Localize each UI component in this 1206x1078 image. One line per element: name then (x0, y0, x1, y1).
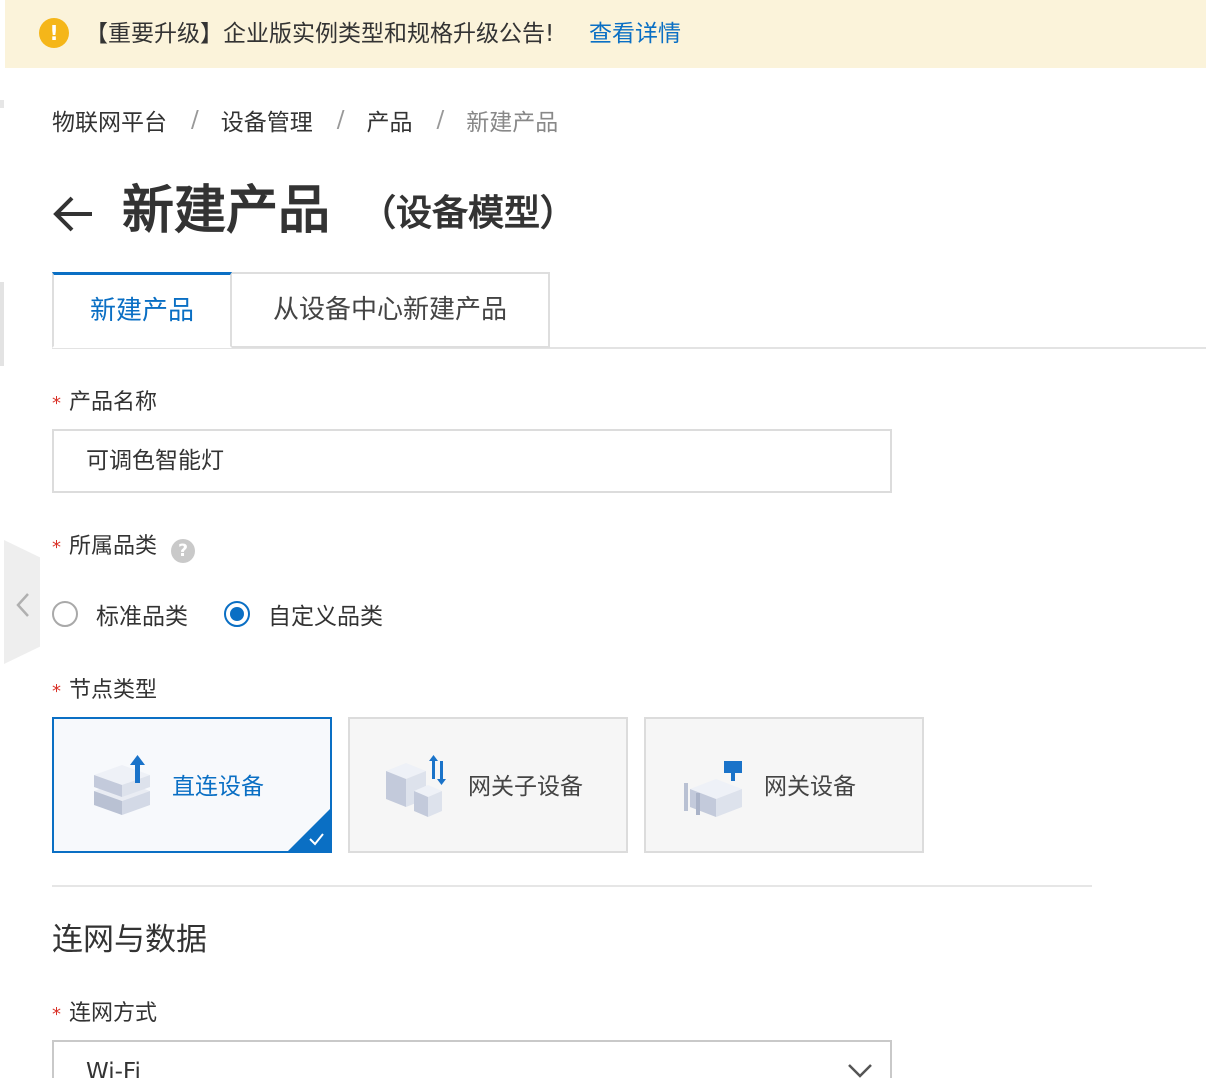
check-icon (288, 809, 330, 851)
required-mark: * (52, 681, 61, 702)
tab-new-product[interactable]: 新建产品 (52, 272, 232, 348)
breadcrumb-separator: / (191, 107, 199, 133)
radio-custom-category-label: 自定义品类 (268, 604, 383, 630)
breadcrumb-item-device-management[interactable]: 设备管理 (221, 103, 313, 137)
view-details-link[interactable]: 查看详情 (589, 18, 681, 50)
breadcrumb-separator: / (336, 107, 345, 133)
product-name-label: * 产品名称 (52, 388, 157, 419)
node-type-label: * 节点类型 (52, 676, 157, 707)
breadcrumb-separator: / (436, 107, 445, 133)
help-icon[interactable]: ? (171, 539, 196, 563)
node-card-direct-device[interactable]: 直连设备 (52, 717, 332, 853)
section-divider (52, 885, 1092, 887)
chevron-down-icon[interactable] (846, 1060, 874, 1078)
page-subtitle: （设备模型） (360, 193, 577, 234)
radio-circle-checked[interactable] (224, 601, 250, 627)
required-mark: * (52, 537, 61, 558)
product-name-label-text: 产品名称 (69, 390, 158, 415)
network-method-select[interactable]: Wi-Fi (52, 1040, 892, 1078)
page: ! 【重要升级】企业版实例类型和规格升级公告! 查看详情 物联网平台 / 设备管… (0, 0, 1206, 1078)
sidebar-edge (0, 282, 4, 366)
breadcrumb-item-iot-platform[interactable]: 物联网平台 (52, 103, 167, 137)
required-mark: * (52, 393, 61, 414)
category-label-text: 所属品类 (69, 534, 158, 559)
node-card-gateway-subdevice-label: 网关子设备 (468, 774, 583, 800)
page-title: 新建产品 (122, 181, 331, 241)
arrow-left-icon[interactable] (50, 192, 96, 236)
breadcrumb-item-current: 新建产品 (466, 110, 559, 136)
direct-device-icon (94, 755, 150, 815)
network-method-label: * 连网方式 (52, 999, 157, 1030)
exclamation-circle-icon: ! (39, 18, 69, 48)
node-card-gateway-subdevice[interactable]: 网关子设备 (348, 717, 628, 853)
sidebar-edge (0, 100, 4, 108)
chevron-left-icon[interactable] (11, 590, 35, 620)
breadcrumb: 物联网平台 / 设备管理 / 产品 / 新建产品 (52, 104, 558, 136)
network-section-title: 连网与数据 (52, 922, 207, 958)
gateway-device-icon (684, 761, 742, 817)
breadcrumb-item-products[interactable]: 产品 (367, 103, 413, 137)
notice-text: 【重要升级】企业版实例类型和规格升级公告! (85, 21, 555, 47)
node-type-label-text: 节点类型 (69, 678, 158, 703)
radio-circle-unchecked[interactable] (52, 601, 78, 627)
node-card-gateway-device-label: 网关设备 (764, 774, 856, 800)
network-method-value: Wi-Fi (86, 1059, 141, 1078)
node-card-gateway-device[interactable]: 网关设备 (644, 717, 924, 853)
gateway-subdevice-icon (386, 755, 446, 817)
upgrade-notice-banner: ! 【重要升级】企业版实例类型和规格升级公告! 查看详情 (5, 0, 1206, 68)
network-method-label-text: 连网方式 (69, 1001, 158, 1026)
required-mark: * (52, 1004, 61, 1025)
radio-standard-category[interactable]: 标准品类 (52, 596, 188, 632)
node-card-direct-device-label: 直连设备 (172, 774, 264, 800)
radio-standard-category-label: 标准品类 (96, 604, 188, 630)
category-label: * 所属品类? (52, 532, 196, 563)
radio-custom-category[interactable]: 自定义品类 (224, 596, 383, 632)
product-name-input[interactable]: 可调色智能灯 (52, 429, 892, 493)
tab-new-from-device-center[interactable]: 从设备中心新建产品 (230, 272, 550, 348)
